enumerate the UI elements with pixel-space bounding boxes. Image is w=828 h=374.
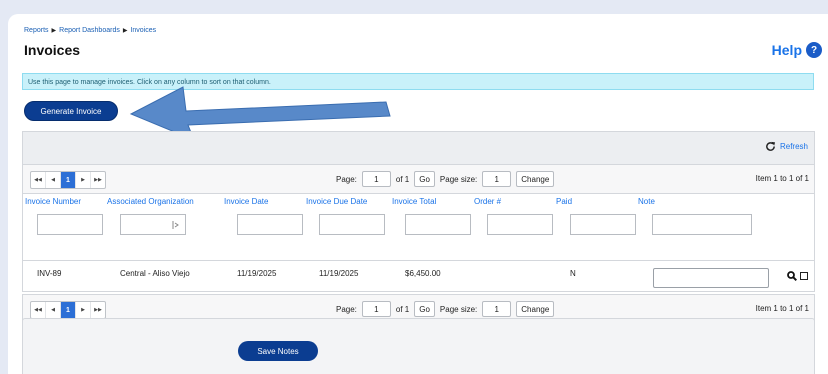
cell-invoice-total: $6,450.00 <box>405 269 441 278</box>
last-page-icon[interactable]: ▶▶ <box>91 302 105 318</box>
page-size-input[interactable]: 1 <box>482 171 512 187</box>
filter-invoice-number[interactable] <box>37 214 103 235</box>
refresh-icon <box>766 141 776 151</box>
chevron-right-icon: ▶ <box>51 28 57 34</box>
breadcrumb-report-dashboards[interactable]: Report Dashboards <box>59 27 120 34</box>
help-icon: ? <box>806 42 822 58</box>
filter-due-date[interactable] <box>319 214 385 235</box>
pager-buttons: ◀◀ ◀ 1 ▶ ▶▶ <box>30 301 106 319</box>
page-number-button[interactable]: 1 <box>61 172 76 188</box>
prev-page-icon[interactable]: ◀ <box>46 172 61 188</box>
pager-buttons: ◀◀ ◀ 1 ▶ ▶▶ <box>30 171 106 189</box>
chevron-right-icon: ▶ <box>122 28 128 34</box>
go-button[interactable]: Go <box>414 171 435 187</box>
breadcrumb: Reports ▶ Report Dashboards ▶ Invoices <box>24 27 156 34</box>
pager-controls: Page: 1 of 1 Go Page size: 1 Change <box>336 171 555 187</box>
last-page-icon[interactable]: ▶▶ <box>91 172 105 188</box>
save-notes-button[interactable]: Save Notes <box>238 341 318 361</box>
first-page-icon[interactable]: ◀◀ <box>31 172 46 188</box>
search-icon[interactable] <box>787 271 797 281</box>
pager-controls: Page: 1 of 1 Go Page size: 1 Change <box>336 301 555 317</box>
help-link[interactable]: Help ? <box>772 42 822 58</box>
item-summary: Item 1 to 1 of 1 <box>755 174 809 183</box>
breadcrumb-reports[interactable]: Reports <box>24 27 49 34</box>
page-size-label: Page size: <box>439 304 478 314</box>
grid-toolbar: Refresh <box>23 132 814 165</box>
filter-paid[interactable] <box>570 214 636 235</box>
page-size-input[interactable]: 1 <box>482 301 512 317</box>
grid-header: Invoice Number Associated Organization I… <box>23 193 814 210</box>
page-title: Invoices <box>24 42 81 58</box>
filter-invoice-total[interactable] <box>405 214 471 235</box>
change-button[interactable]: Change <box>516 171 555 187</box>
column-header-invoice-total[interactable]: Invoice Total <box>390 193 472 210</box>
help-label: Help <box>771 42 802 58</box>
first-page-icon[interactable]: ◀◀ <box>31 302 46 318</box>
column-header-organization[interactable]: Associated Organization <box>105 193 222 210</box>
next-page-icon[interactable]: ▶ <box>76 172 91 188</box>
of-label: of 1 <box>395 174 410 184</box>
filter-note[interactable] <box>652 214 752 235</box>
table-row: INV-89 Central - Aliso Viejo 11/19/2025 … <box>23 260 814 295</box>
filter-invoice-date[interactable] <box>237 214 303 235</box>
change-button[interactable]: Change <box>516 301 555 317</box>
page-size-label: Page size: <box>439 174 478 184</box>
next-page-icon[interactable]: ▶ <box>76 302 91 318</box>
column-header-order[interactable]: Order # <box>472 193 554 210</box>
refresh-label: Refresh <box>779 142 808 151</box>
page-number-button[interactable]: 1 <box>61 302 76 318</box>
item-summary: Item 1 to 1 of 1 <box>755 304 809 313</box>
column-header-paid[interactable]: Paid <box>554 193 636 210</box>
column-header-invoice-number[interactable]: Invoice Number <box>23 193 105 210</box>
page-input[interactable]: 1 <box>361 301 391 317</box>
of-label: of 1 <box>395 304 410 314</box>
cell-paid: N <box>570 269 576 278</box>
column-header-invoice-date[interactable]: Invoice Date <box>222 193 304 210</box>
cell-invoice-date: 11/19/2025 <box>237 269 277 278</box>
column-header-note[interactable]: Note <box>636 193 756 210</box>
page-input[interactable]: 1 <box>361 171 391 187</box>
page-label: Page: <box>336 304 357 314</box>
cell-organization: Central - Aliso Viejo <box>120 269 190 278</box>
page-label: Page: <box>336 174 357 184</box>
cell-invoice-number[interactable]: INV-89 <box>37 269 61 278</box>
main-card: Reports ▶ Report Dashboards ▶ Invoices I… <box>8 14 828 374</box>
generate-invoice-button[interactable]: Generate Invoice <box>24 101 118 121</box>
filter-order[interactable] <box>487 214 553 235</box>
prev-page-icon[interactable]: ◀ <box>46 302 61 318</box>
filter-row <box>23 210 814 260</box>
row-actions <box>787 271 808 281</box>
invoice-grid: Refresh ◀◀ ◀ 1 ▶ ▶▶ Page: 1 of 1 Go Page… <box>22 131 815 292</box>
filter-cursor-icon <box>172 221 179 229</box>
column-header-due-date[interactable]: Invoice Due Date <box>304 193 390 210</box>
refresh-button[interactable]: Refresh <box>765 141 808 152</box>
filter-organization[interactable] <box>120 214 186 235</box>
go-button[interactable]: Go <box>414 301 435 317</box>
breadcrumb-invoices[interactable]: Invoices <box>130 27 156 34</box>
cell-due-date: 11/19/2025 <box>319 269 359 278</box>
pager-top: ◀◀ ◀ 1 ▶ ▶▶ Page: 1 of 1 Go Page size: 1… <box>23 165 814 194</box>
note-input[interactable] <box>653 268 769 288</box>
notes-panel: Save Notes <box>22 318 815 374</box>
select-checkbox[interactable] <box>800 272 808 280</box>
